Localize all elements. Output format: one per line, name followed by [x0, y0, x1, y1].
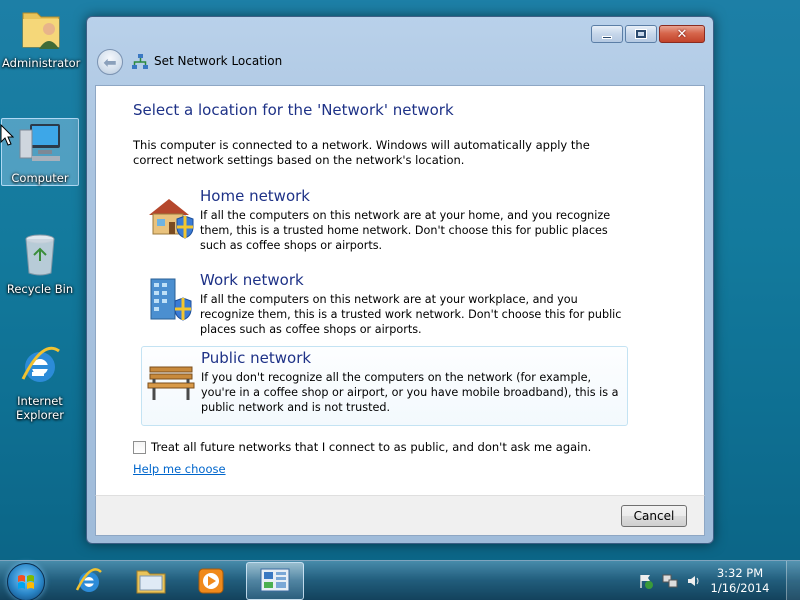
option-title: Public network: [201, 349, 312, 367]
treat-public-checkbox[interactable]: [133, 440, 146, 454]
taskbar-internet-explorer[interactable]: [60, 562, 118, 600]
clock[interactable]: 3:32 PM 1/16/2014: [710, 566, 770, 596]
content-pane: Select a location for the 'Network' netw…: [95, 85, 705, 495]
maximize-button[interactable]: [625, 25, 657, 43]
desktop-icon-recycle-bin[interactable]: Recycle Bin: [1, 230, 79, 296]
minimize-button[interactable]: [591, 25, 623, 43]
network-tray-icon[interactable]: [662, 573, 678, 589]
network-icon: [132, 54, 148, 69]
windows-explorer-icon: [136, 570, 166, 594]
desktop-icon-label: Administrator: [2, 56, 81, 70]
taskbar-windows-explorer[interactable]: [122, 562, 180, 600]
volume-icon[interactable]: [686, 573, 702, 589]
internet-explorer-icon: [1, 342, 79, 390]
user-folder-icon: [2, 4, 80, 52]
page-heading: Select a location for the 'Network' netw…: [133, 101, 454, 119]
desktop-icon-internet-explorer[interactable]: Internet Explorer: [1, 342, 79, 422]
mouse-cursor-icon: [0, 124, 14, 146]
checkbox-label: Treat all future networks that I connect…: [151, 440, 592, 454]
system-tray: 3:32 PM 1/16/2014: [638, 561, 770, 600]
cancel-button[interactable]: Cancel: [621, 505, 687, 527]
minimize-icon: [602, 35, 612, 39]
desktop-icon-label: Recycle Bin: [6, 282, 74, 296]
window-controls: ✕: [591, 25, 705, 43]
show-desktop-button[interactable]: [786, 561, 800, 600]
option-title: Work network: [200, 271, 304, 289]
start-button[interactable]: [7, 563, 45, 600]
network-control-panel-icon: [260, 568, 290, 592]
set-network-location-window: ✕ ⬅ Set Network Location Select a locati…: [86, 16, 714, 544]
work-network-icon: [150, 278, 192, 321]
back-arrow-icon: ⬅: [103, 52, 117, 72]
close-button[interactable]: ✕: [659, 25, 705, 43]
clock-date: 1/16/2014: [710, 581, 770, 595]
footer-bar: Cancel: [95, 495, 705, 536]
desktop-icon-administrator[interactable]: Administrator: [2, 4, 80, 70]
help-me-choose-link[interactable]: Help me choose: [133, 462, 226, 476]
option-home-network[interactable]: Home network If all the computers on thi…: [141, 185, 628, 265]
taskbar: 3:32 PM 1/16/2014: [0, 560, 800, 600]
clock-time: 3:32 PM: [716, 566, 764, 580]
desktop-icon-label: Computer: [11, 171, 69, 185]
recycle-bin-icon: [1, 230, 79, 278]
taskbar-network-control-panel[interactable]: [246, 562, 304, 600]
internet-explorer-icon: [75, 568, 102, 592]
treat-public-checkbox-row[interactable]: Treat all future networks that I connect…: [133, 440, 591, 454]
back-button[interactable]: ⬅: [97, 49, 123, 75]
option-description: If you don't recognize all the computers…: [201, 371, 619, 414]
maximize-icon: [635, 29, 647, 39]
action-center-flag-icon[interactable]: [638, 573, 654, 589]
option-work-network[interactable]: Work network If all the computers on thi…: [141, 269, 628, 349]
desktop-icon-label: Internet Explorer: [16, 394, 64, 422]
option-description: If all the computers on this network are…: [200, 293, 622, 336]
option-title: Home network: [200, 187, 310, 205]
home-network-icon: [149, 199, 194, 239]
taskbar-media-player[interactable]: [182, 562, 240, 600]
public-network-bench-icon: [147, 366, 195, 400]
intro-text: This computer is connected to a network.…: [133, 138, 590, 167]
option-description: If all the computers on this network are…: [200, 209, 611, 252]
media-player-icon: [198, 568, 224, 594]
close-icon: ✕: [676, 26, 688, 42]
windows-logo-icon: [18, 575, 34, 589]
window-title: Set Network Location: [154, 54, 283, 68]
option-public-network[interactable]: Public network If you don't recognize al…: [141, 346, 628, 426]
